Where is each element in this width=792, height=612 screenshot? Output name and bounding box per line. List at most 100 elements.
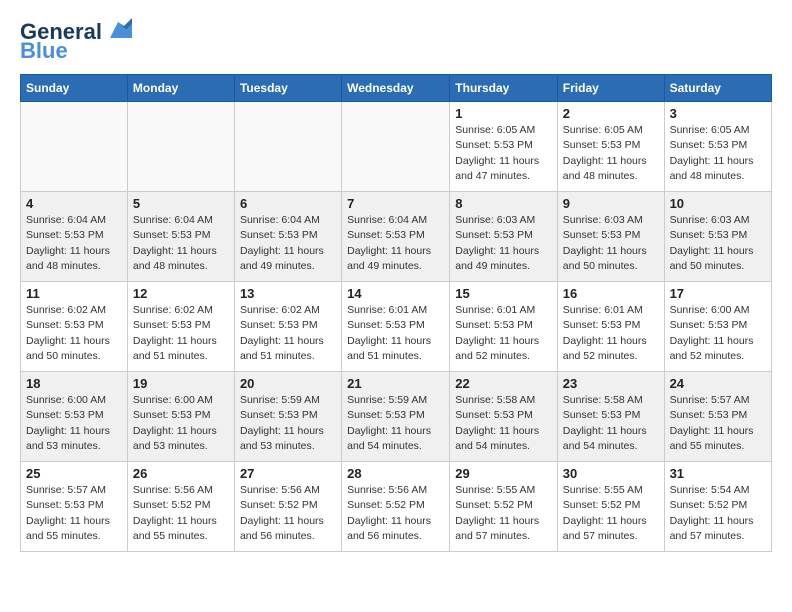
day-info: Sunrise: 5:55 AM Sunset: 5:52 PM Dayligh… <box>563 483 659 544</box>
day-number: 13 <box>240 286 336 301</box>
day-info: Sunrise: 6:04 AM Sunset: 5:53 PM Dayligh… <box>240 213 336 274</box>
day-number: 1 <box>455 106 552 121</box>
day-number: 15 <box>455 286 552 301</box>
day-info: Sunrise: 5:59 AM Sunset: 5:53 PM Dayligh… <box>240 393 336 454</box>
calendar-cell: 12 Sunrise: 6:02 AM Sunset: 5:53 PM Dayli… <box>127 282 234 372</box>
calendar-cell <box>127 102 234 192</box>
day-number: 9 <box>563 196 659 211</box>
calendar-cell: 14 Sunrise: 6:01 AM Sunset: 5:53 PM Dayli… <box>342 282 450 372</box>
day-info: Sunrise: 5:55 AM Sunset: 5:52 PM Dayligh… <box>455 483 552 544</box>
day-info: Sunrise: 6:02 AM Sunset: 5:53 PM Dayligh… <box>240 303 336 364</box>
calendar-cell: 17Sunrise: 6:00 AM Sunset: 5:53 PM Dayli… <box>664 282 771 372</box>
day-number: 30 <box>563 466 659 481</box>
day-info: Sunrise: 6:01 AM Sunset: 5:53 PM Dayligh… <box>563 303 659 364</box>
calendar-table: SundayMondayTuesdayWednesdayThursdayFrid… <box>20 74 772 552</box>
calendar-cell: 31Sunrise: 5:54 AM Sunset: 5:52 PM Dayli… <box>664 462 771 552</box>
day-info: Sunrise: 6:05 AM Sunset: 5:53 PM Dayligh… <box>670 123 766 184</box>
day-number: 23 <box>563 376 659 391</box>
day-number: 11 <box>26 286 122 301</box>
day-number: 22 <box>455 376 552 391</box>
week-row-2: 4 Sunrise: 6:04 AM Sunset: 5:53 PM Daylig… <box>21 192 772 282</box>
calendar-cell: 16 Sunrise: 6:01 AM Sunset: 5:53 PM Dayli… <box>557 282 664 372</box>
calendar-cell: 10 Sunrise: 6:03 AM Sunset: 5:53 PM Dayli… <box>664 192 771 282</box>
calendar-cell: 19 Sunrise: 6:00 AM Sunset: 5:53 PM Dayli… <box>127 372 234 462</box>
day-number: 29 <box>455 466 552 481</box>
weekday-header-saturday: Saturday <box>664 75 771 102</box>
calendar-cell: 13 Sunrise: 6:02 AM Sunset: 5:53 PM Dayli… <box>234 282 341 372</box>
day-info: Sunrise: 6:00 AM Sunset: 5:53 PM Dayligh… <box>26 393 122 454</box>
day-info: Sunrise: 6:01 AM Sunset: 5:53 PM Dayligh… <box>347 303 444 364</box>
day-number: 20 <box>240 376 336 391</box>
day-number: 27 <box>240 466 336 481</box>
day-number: 8 <box>455 196 552 211</box>
day-number: 3 <box>670 106 766 121</box>
week-row-3: 11 Sunrise: 6:02 AM Sunset: 5:53 PM Dayli… <box>21 282 772 372</box>
day-info: Sunrise: 6:02 AM Sunset: 5:53 PM Dayligh… <box>26 303 122 364</box>
calendar-cell: 25Sunrise: 5:57 AM Sunset: 5:53 PM Dayli… <box>21 462 128 552</box>
day-info: Sunrise: 5:58 AM Sunset: 5:53 PM Dayligh… <box>563 393 659 454</box>
day-info: Sunrise: 6:05 AM Sunset: 5:53 PM Dayligh… <box>563 123 659 184</box>
day-info: Sunrise: 6:00 AM Sunset: 5:53 PM Dayligh… <box>133 393 229 454</box>
calendar-cell: 3 Sunrise: 6:05 AM Sunset: 5:53 PM Daylig… <box>664 102 771 192</box>
day-number: 12 <box>133 286 229 301</box>
day-info: Sunrise: 6:04 AM Sunset: 5:53 PM Dayligh… <box>26 213 122 274</box>
calendar-cell: 6 Sunrise: 6:04 AM Sunset: 5:53 PM Daylig… <box>234 192 341 282</box>
page-header: General Blue <box>20 20 772 64</box>
day-number: 18 <box>26 376 122 391</box>
day-info: Sunrise: 5:56 AM Sunset: 5:52 PM Dayligh… <box>240 483 336 544</box>
day-info: Sunrise: 5:59 AM Sunset: 5:53 PM Dayligh… <box>347 393 444 454</box>
week-row-4: 18 Sunrise: 6:00 AM Sunset: 5:53 PM Dayli… <box>21 372 772 462</box>
day-number: 16 <box>563 286 659 301</box>
weekday-header-friday: Friday <box>557 75 664 102</box>
calendar-cell: 18 Sunrise: 6:00 AM Sunset: 5:53 PM Dayli… <box>21 372 128 462</box>
calendar-cell: 9 Sunrise: 6:03 AM Sunset: 5:53 PM Daylig… <box>557 192 664 282</box>
day-info: Sunrise: 5:57 AM Sunset: 5:53 PM Dayligh… <box>670 393 766 454</box>
calendar-cell: 4 Sunrise: 6:04 AM Sunset: 5:53 PM Daylig… <box>21 192 128 282</box>
logo-icon <box>104 16 132 44</box>
day-number: 14 <box>347 286 444 301</box>
day-info: Sunrise: 6:02 AM Sunset: 5:53 PM Dayligh… <box>133 303 229 364</box>
week-row-1: 1 Sunrise: 6:05 AM Sunset: 5:53 PM Daylig… <box>21 102 772 192</box>
logo: General Blue <box>20 20 132 64</box>
day-info: Sunrise: 6:03 AM Sunset: 5:53 PM Dayligh… <box>563 213 659 274</box>
day-info: Sunrise: 6:03 AM Sunset: 5:53 PM Dayligh… <box>455 213 552 274</box>
calendar-cell: 23 Sunrise: 5:58 AM Sunset: 5:53 PM Dayli… <box>557 372 664 462</box>
day-info: Sunrise: 6:04 AM Sunset: 5:53 PM Dayligh… <box>133 213 229 274</box>
calendar-cell: 11 Sunrise: 6:02 AM Sunset: 5:53 PM Dayli… <box>21 282 128 372</box>
weekday-header-thursday: Thursday <box>450 75 558 102</box>
calendar-cell: 27 Sunrise: 5:56 AM Sunset: 5:52 PM Dayli… <box>234 462 341 552</box>
weekday-header-row: SundayMondayTuesdayWednesdayThursdayFrid… <box>21 75 772 102</box>
calendar-cell: 21Sunrise: 5:59 AM Sunset: 5:53 PM Dayli… <box>342 372 450 462</box>
day-number: 31 <box>670 466 766 481</box>
calendar-cell: 26 Sunrise: 5:56 AM Sunset: 5:52 PM Dayli… <box>127 462 234 552</box>
calendar-cell: 30 Sunrise: 5:55 AM Sunset: 5:52 PM Dayli… <box>557 462 664 552</box>
day-number: 10 <box>670 196 766 211</box>
day-info: Sunrise: 6:03 AM Sunset: 5:53 PM Dayligh… <box>670 213 766 274</box>
calendar-cell: 29 Sunrise: 5:55 AM Sunset: 5:52 PM Dayli… <box>450 462 558 552</box>
day-number: 25 <box>26 466 122 481</box>
weekday-header-wednesday: Wednesday <box>342 75 450 102</box>
calendar-cell: 5 Sunrise: 6:04 AM Sunset: 5:53 PM Daylig… <box>127 192 234 282</box>
week-row-5: 25Sunrise: 5:57 AM Sunset: 5:53 PM Dayli… <box>21 462 772 552</box>
day-info: Sunrise: 6:05 AM Sunset: 5:53 PM Dayligh… <box>455 123 552 184</box>
day-info: Sunrise: 5:58 AM Sunset: 5:53 PM Dayligh… <box>455 393 552 454</box>
day-number: 5 <box>133 196 229 211</box>
calendar-cell <box>342 102 450 192</box>
calendar-cell: 15 Sunrise: 6:01 AM Sunset: 5:53 PM Dayli… <box>450 282 558 372</box>
calendar-cell: 20 Sunrise: 5:59 AM Sunset: 5:53 PM Dayli… <box>234 372 341 462</box>
day-info: Sunrise: 6:01 AM Sunset: 5:53 PM Dayligh… <box>455 303 552 364</box>
calendar-cell <box>234 102 341 192</box>
day-number: 26 <box>133 466 229 481</box>
calendar-cell: 28Sunrise: 5:56 AM Sunset: 5:52 PM Dayli… <box>342 462 450 552</box>
day-number: 6 <box>240 196 336 211</box>
day-number: 4 <box>26 196 122 211</box>
weekday-header-monday: Monday <box>127 75 234 102</box>
day-number: 24 <box>670 376 766 391</box>
day-number: 19 <box>133 376 229 391</box>
calendar-cell: 2Sunrise: 6:05 AM Sunset: 5:53 PM Daylig… <box>557 102 664 192</box>
day-info: Sunrise: 5:56 AM Sunset: 5:52 PM Dayligh… <box>133 483 229 544</box>
calendar-cell: 22 Sunrise: 5:58 AM Sunset: 5:53 PM Dayli… <box>450 372 558 462</box>
calendar-cell: 24 Sunrise: 5:57 AM Sunset: 5:53 PM Dayli… <box>664 372 771 462</box>
calendar-cell: 8 Sunrise: 6:03 AM Sunset: 5:53 PM Daylig… <box>450 192 558 282</box>
day-number: 7 <box>347 196 444 211</box>
